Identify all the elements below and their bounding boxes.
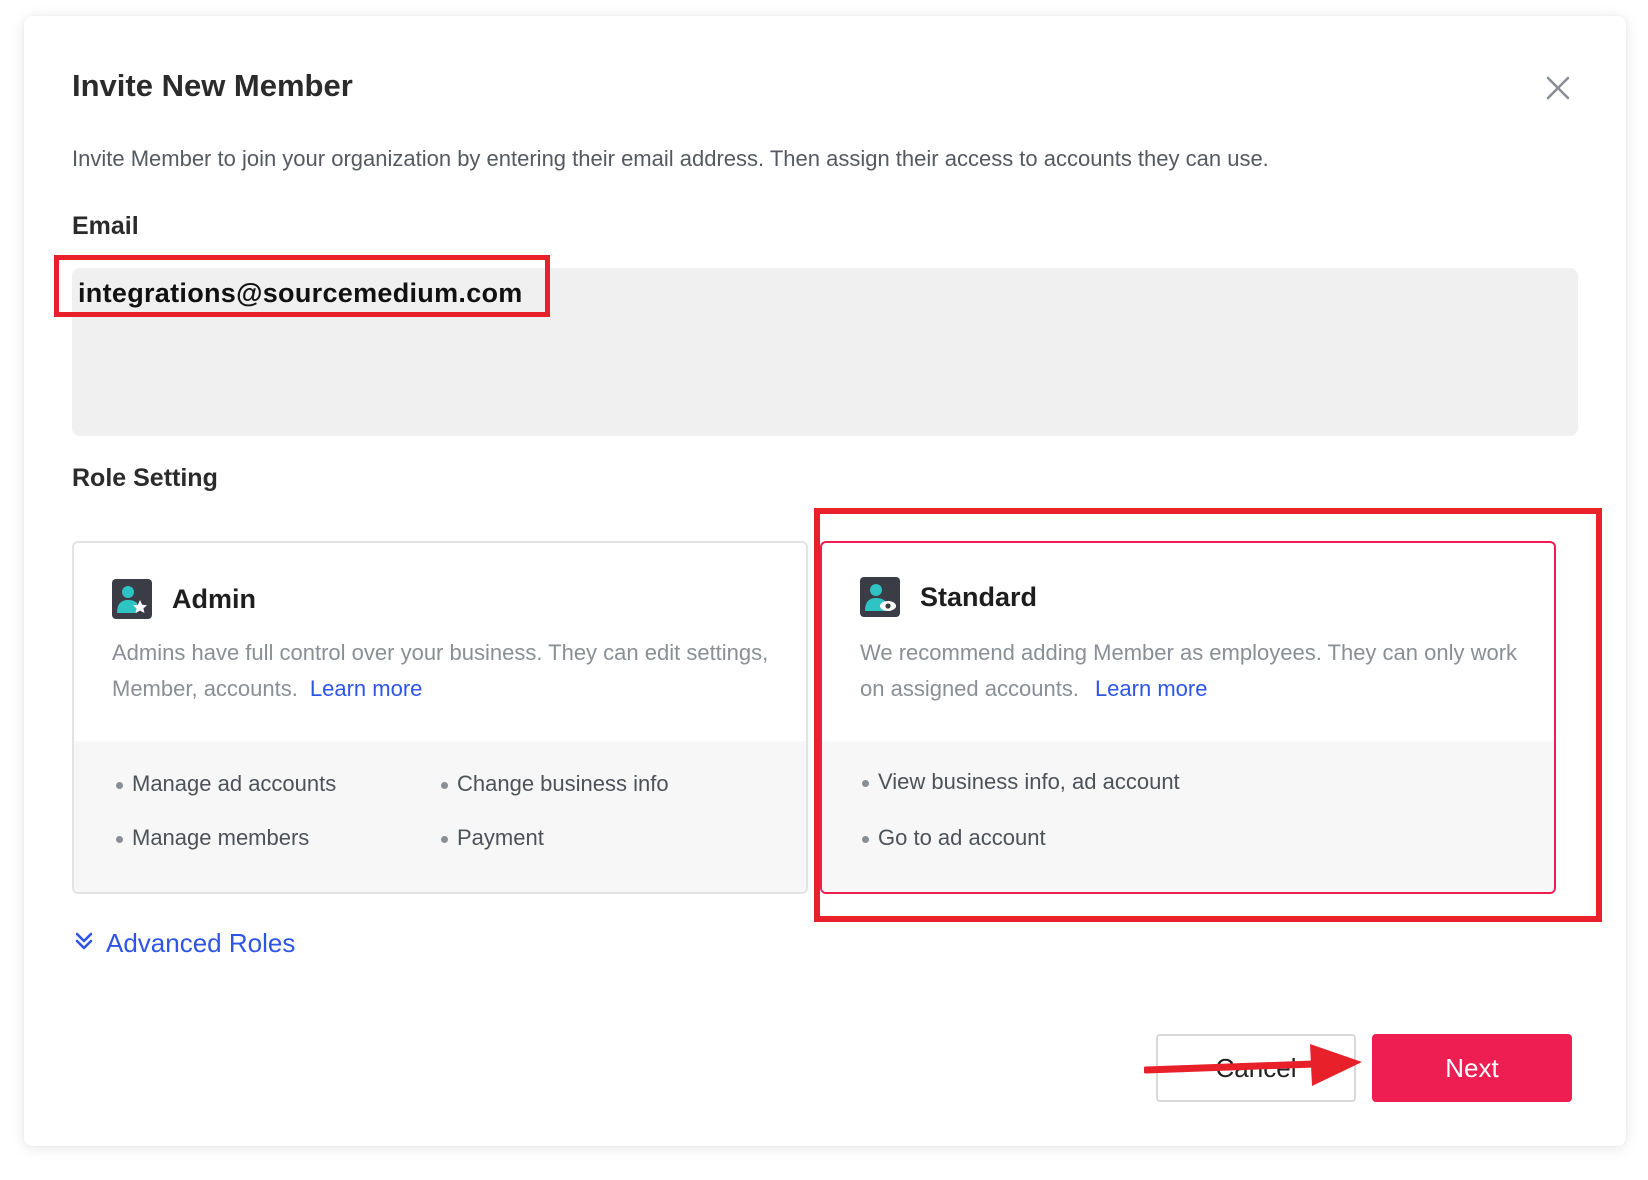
role-desc-admin: Admins have full control over your busin… xyxy=(112,635,772,707)
standard-highlight-box xyxy=(814,508,1602,922)
admin-permissions: Manage ad accounts Change business info … xyxy=(74,741,806,892)
learn-more-admin-link[interactable]: Learn more xyxy=(310,676,423,701)
permission-item: Payment xyxy=(441,825,544,851)
admin-user-star-icon xyxy=(112,579,152,619)
close-icon[interactable] xyxy=(1538,68,1578,108)
modal-title: Invite New Member xyxy=(72,68,353,103)
permission-item: Manage members xyxy=(116,825,309,851)
role-name-admin: Admin xyxy=(172,583,256,614)
modal-subtitle: Invite Member to join your organization … xyxy=(72,146,1269,171)
permission-item: Change business info xyxy=(441,771,669,797)
advanced-roles-label: Advanced Roles xyxy=(106,928,296,958)
email-label: Email xyxy=(72,212,139,240)
advanced-roles-toggle[interactable]: Advanced Roles xyxy=(72,928,295,959)
role-card-admin[interactable]: Admin Admins have full control over your… xyxy=(72,541,808,894)
role-desc-admin-text: Admins have full control over your busin… xyxy=(112,640,769,701)
role-setting-label: Role Setting xyxy=(72,464,218,492)
next-button[interactable]: Next xyxy=(1372,1034,1572,1102)
email-highlight-box xyxy=(54,255,550,317)
permission-item: Manage ad accounts xyxy=(116,771,336,797)
double-chevron-down-icon xyxy=(72,929,96,958)
invite-member-modal: Invite New Member Invite Member to join … xyxy=(24,16,1626,1146)
page: Invite New Member Invite Member to join … xyxy=(0,0,1648,1180)
cancel-button[interactable]: Cancel xyxy=(1156,1034,1356,1102)
